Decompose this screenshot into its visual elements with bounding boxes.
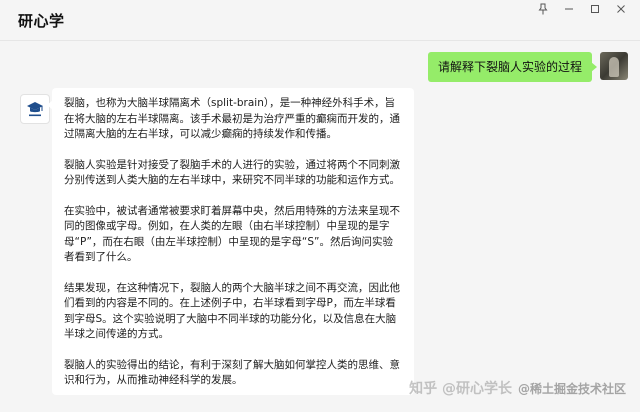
graduation-cap-icon xyxy=(27,102,43,117)
user-avatar[interactable] xyxy=(600,52,628,80)
user-message-row: 请解释下裂脑人实验的过程 xyxy=(427,52,628,82)
close-icon[interactable] xyxy=(608,0,634,18)
chat-window: 研心学 请解释下裂脑人实验的过程 裂脑，也称为大脑半球隔离术（split-bra… xyxy=(0,0,640,412)
bot-paragraph: 在实验中，被试者通常被要求盯着屏幕中央，然后用特殊的方法来呈现不同的图像或字母。… xyxy=(64,204,400,264)
window-controls xyxy=(530,0,634,18)
title-bar: 研心学 xyxy=(0,0,640,41)
bot-paragraph: 裂脑，也称为大脑半球隔离术（split-brain），是一种神经外科手术，旨在将… xyxy=(64,97,400,140)
bot-avatar[interactable] xyxy=(20,94,50,124)
window-title: 研心学 xyxy=(18,12,65,30)
bot-message-bubble[interactable]: 裂脑，也称为大脑半球隔离术（split-brain），是一种神经外科手术，旨在将… xyxy=(47,88,414,395)
bot-paragraph: 裂脑人的实验得出的结论，有利于深刻了解大脑如何掌控人类的思维、意识和行为，从而推… xyxy=(64,358,400,387)
bot-paragraph: 裂脑人实验是针对接受了裂脑手术的人进行的实验，通过将两个不同刺激分别传送到人类大… xyxy=(64,158,400,187)
pin-icon[interactable] xyxy=(530,0,556,18)
bot-paragraph: 结果发现，在这种情况下，裂脑人的两个大脑半球之间不再交流，因此他们看到的内容是不… xyxy=(64,281,400,341)
user-message-bubble[interactable]: 请解释下裂脑人实验的过程 xyxy=(427,52,598,82)
watermark: 知乎 @研心学长 @稀土掘金技术社区 xyxy=(409,378,626,398)
minimize-icon[interactable] xyxy=(556,0,582,18)
watermark-sub: @稀土掘金技术社区 xyxy=(517,381,626,396)
maximize-icon[interactable] xyxy=(582,0,608,18)
watermark-main: 知乎 @研心学长 xyxy=(409,381,512,397)
